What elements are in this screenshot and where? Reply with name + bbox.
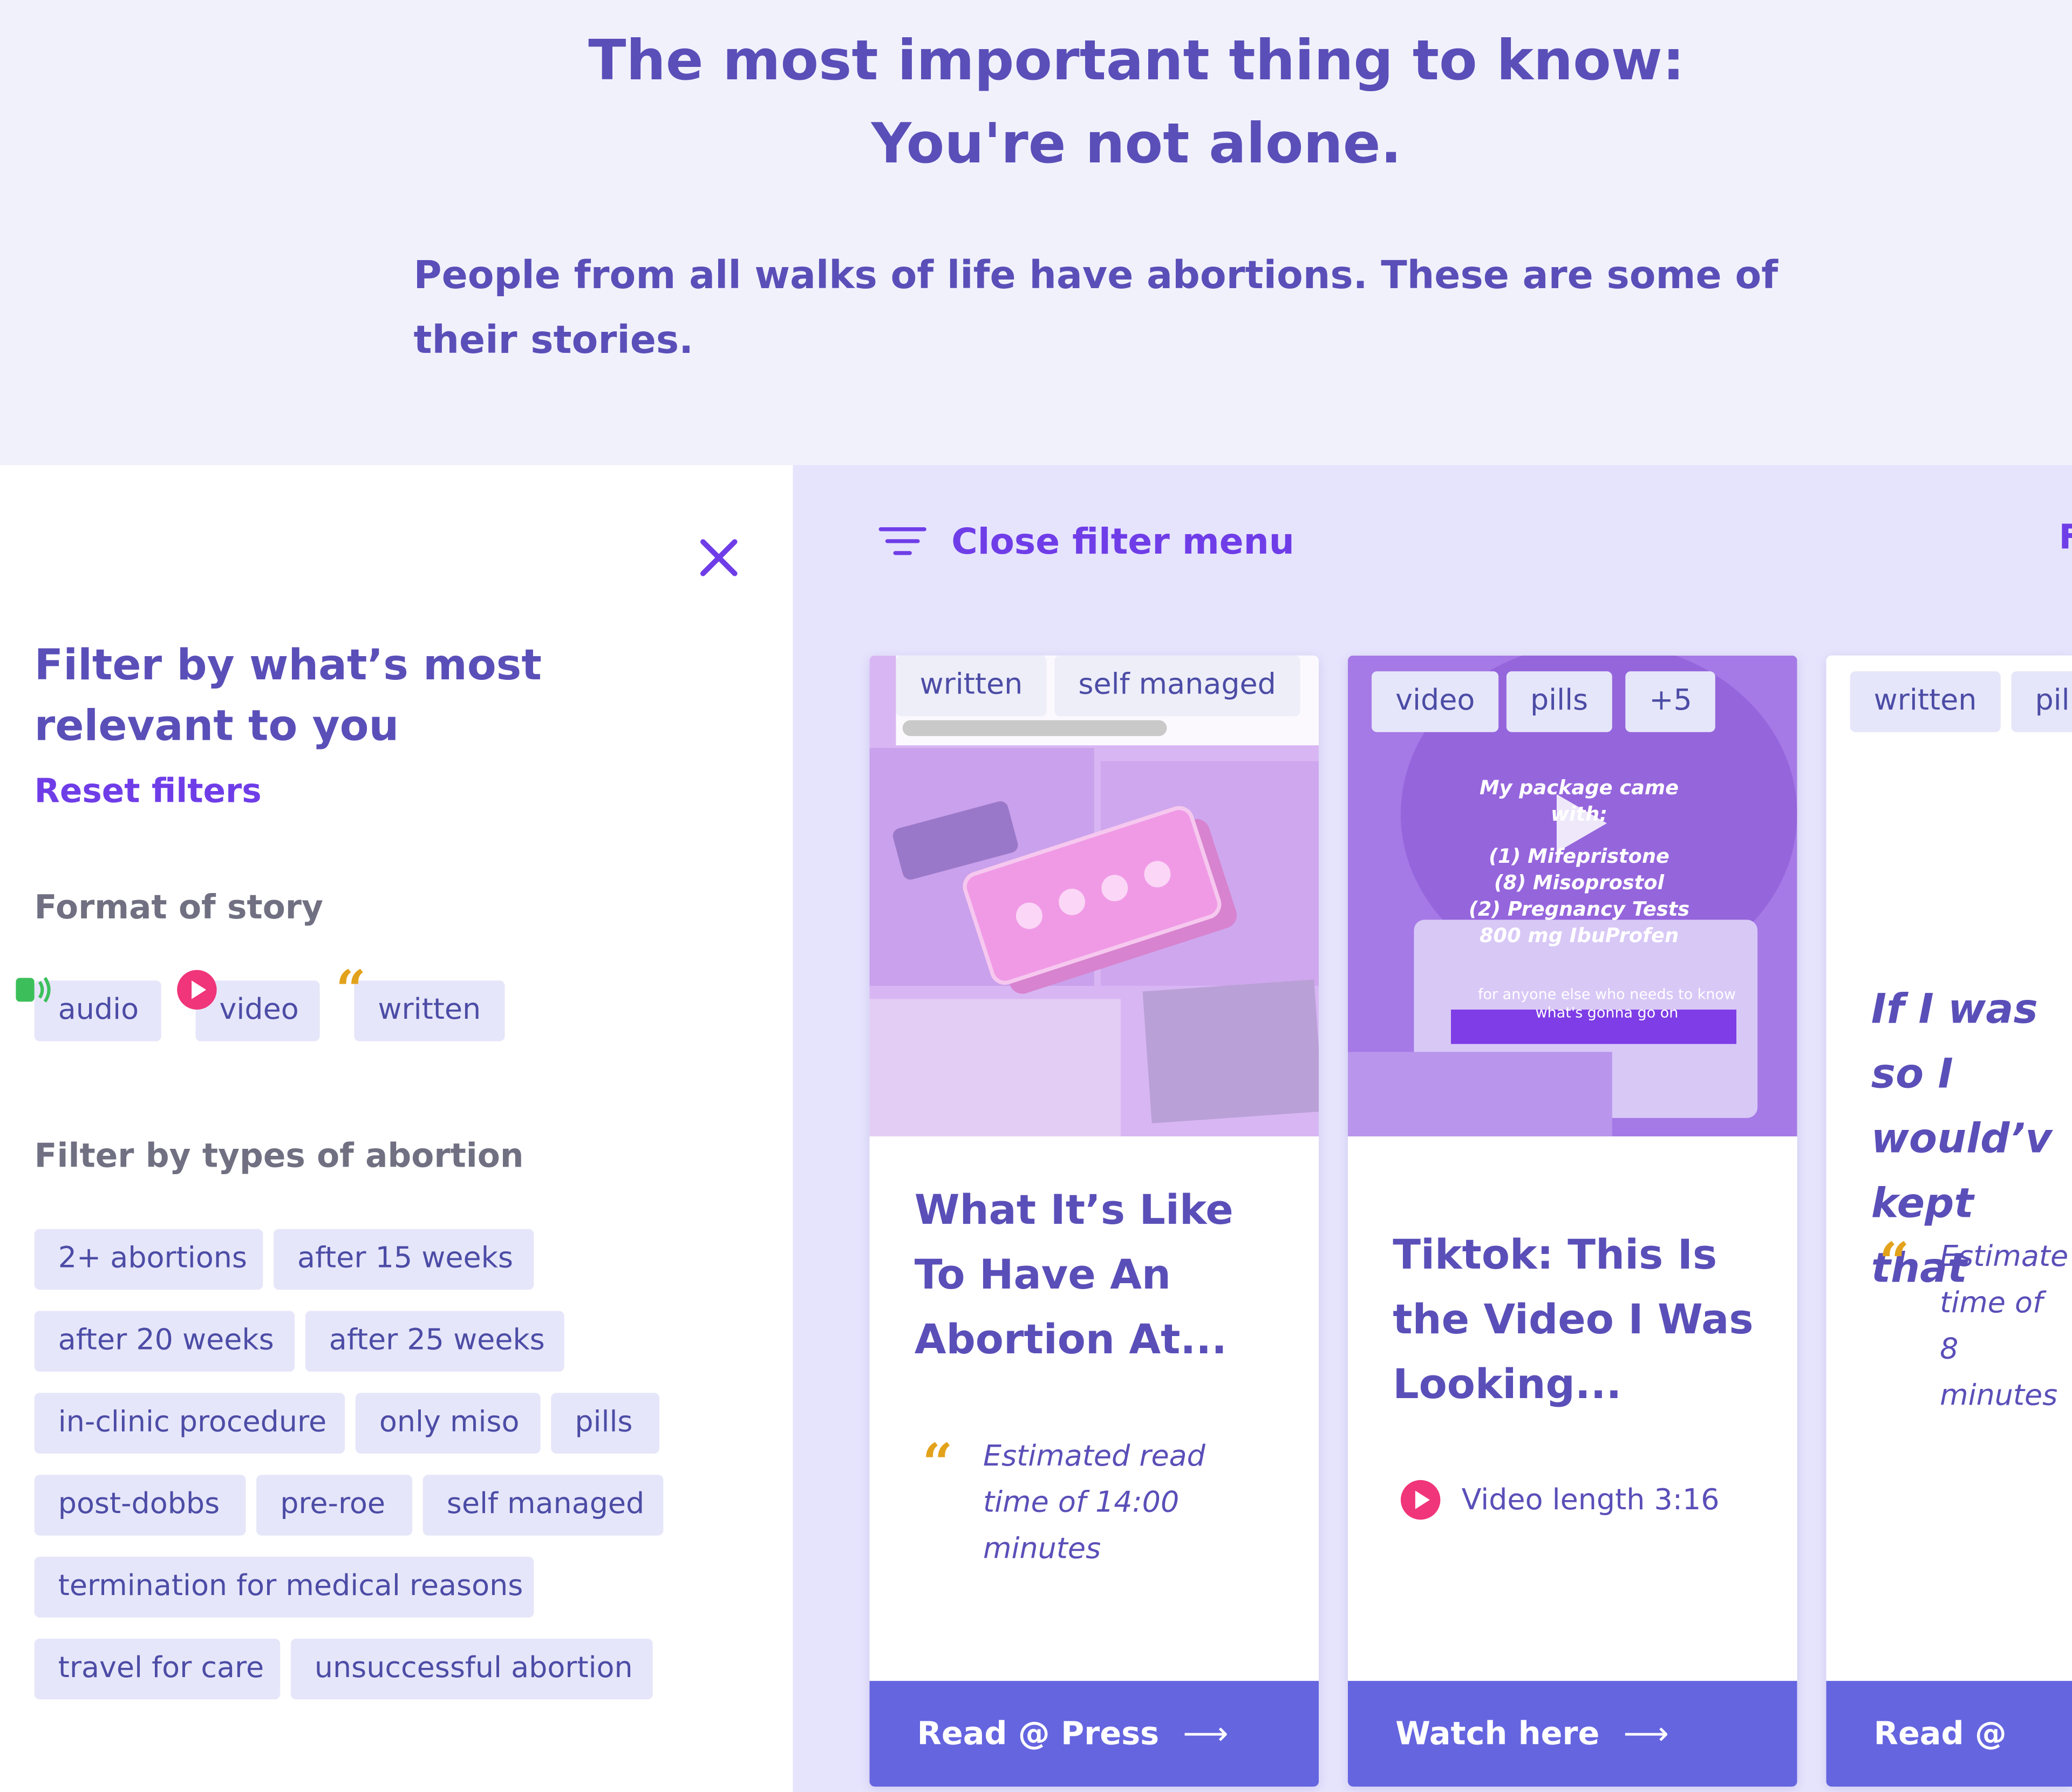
reset-filters-link[interactable]: Reset filters — [35, 772, 262, 810]
card-tag: written — [1850, 671, 2001, 732]
hero-title: The most important thing to know: You're… — [0, 18, 2072, 185]
quote-icon: “ — [336, 959, 366, 1022]
page: The most important thing to know: You're… — [0, 0, 2072, 1792]
arrow-right-icon: ⟶ — [1623, 1715, 1669, 1753]
hero-title-line-1: The most important thing to know: — [588, 28, 1685, 93]
format-chip-label: written — [378, 993, 481, 1027]
hero-section: The most important thing to know: You're… — [0, 0, 2072, 466]
type-chip[interactable]: unsuccessful abortion — [290, 1638, 653, 1700]
overlay-line: 800 mg IbuProfen — [1479, 923, 1679, 948]
card-meta: Estimate time of 8 minutes — [1940, 1241, 2069, 1413]
close-icon[interactable] — [695, 534, 742, 581]
card-tag: pil — [2011, 671, 2072, 732]
story-card[interactable]: written pil If I was so I would’v kept t… — [1826, 655, 2072, 1787]
type-chip[interactable]: pills — [551, 1393, 660, 1454]
filter-heading: Filter by what’s most relevant to you — [34, 639, 542, 751]
type-chip[interactable]: pre-roe — [256, 1475, 413, 1536]
video-thumbnail[interactable]: video pills +5 My package came with: (1)… — [1347, 655, 1797, 1137]
story-card[interactable]: written self managed What It’s Like To H… — [869, 655, 1319, 1787]
overlay-line: (2) Pregnancy Tests — [1468, 897, 1690, 921]
type-chip[interactable]: after 25 weeks — [305, 1311, 564, 1372]
type-chip[interactable]: in-clinic procedure — [34, 1393, 345, 1454]
cta-label: Read @ Pres — [1873, 1715, 2007, 1753]
close-filter-menu-button[interactable]: Close filter menu — [877, 515, 1294, 568]
overlay-line: My package came with: — [1479, 775, 1679, 826]
type-chip[interactable]: only miso — [355, 1393, 541, 1454]
type-chip[interactable]: post-dobbs — [34, 1475, 246, 1536]
type-chip[interactable]: travel for care — [34, 1638, 281, 1700]
filter-icon — [877, 523, 928, 561]
cta-label: Read @ Press — [917, 1715, 1160, 1753]
type-chip[interactable]: after 20 weeks — [34, 1311, 295, 1372]
play-icon — [1400, 1480, 1441, 1520]
format-chip-label: video — [219, 993, 299, 1027]
card-title[interactable]: What It’s Like To Have An Abortion At... — [915, 1179, 1285, 1373]
overlay-line: (8) Misoprostol — [1494, 870, 1665, 895]
story-image: written self managed — [869, 655, 1319, 1137]
card-tag: self managed — [1054, 655, 1300, 717]
story-card[interactable]: video pills +5 My package came with: (1)… — [1347, 655, 1797, 1787]
hero-title-line-2: You're not alone. — [871, 111, 1402, 176]
quote-icon: “ — [1879, 1231, 1910, 1294]
video-overlay-text: My package came with: (1) Mifepristone (… — [1454, 774, 1705, 949]
types-label: Filter by types of abortion — [34, 1136, 524, 1175]
type-chip[interactable]: self managed — [422, 1475, 664, 1536]
card-tag: written — [896, 655, 1047, 717]
read-at-press-button[interactable]: Read @ Pres — [1826, 1681, 2072, 1787]
cta-label: Watch here — [1395, 1715, 1600, 1753]
format-chip-written[interactable]: written — [354, 980, 505, 1041]
quote-icon: “ — [922, 1432, 953, 1495]
card-tag: video — [1372, 671, 1499, 732]
watch-here-button[interactable]: Watch here ⟶ — [1347, 1681, 1797, 1787]
card-tag: +5 — [1625, 671, 1716, 732]
read-at-press-button[interactable]: Read @ Press ⟶ — [869, 1681, 1319, 1787]
speaker-icon — [13, 970, 52, 1010]
clipped-right-control[interactable]: F — [2059, 518, 2072, 563]
play-icon — [177, 970, 217, 1010]
card-meta: Estimated read time of 14:00 minutes — [983, 1440, 1205, 1566]
type-chip[interactable]: 2+ abortions — [34, 1229, 263, 1290]
format-label: Format of story — [34, 888, 323, 926]
arrow-right-icon: ⟶ — [1183, 1715, 1229, 1753]
hero-subtitle: People from all walks of life have abort… — [413, 252, 1778, 363]
overlay-line: (1) Mifepristone — [1489, 844, 1669, 868]
card-title[interactable]: Tiktok: This Is the Video I Was Looking.… — [1393, 1224, 1763, 1418]
close-filter-menu-label: Close filter menu — [951, 521, 1294, 563]
video-caption-text: for anyone else who needs to know what's… — [1478, 985, 1736, 1022]
card-tag: pills — [1506, 671, 1612, 732]
type-chip[interactable]: termination for medical reasons — [34, 1556, 534, 1618]
card-meta: Video length 3:16 — [1461, 1484, 1720, 1517]
format-chip-label: audio — [58, 993, 139, 1027]
type-chip[interactable]: after 15 weeks — [273, 1229, 534, 1290]
